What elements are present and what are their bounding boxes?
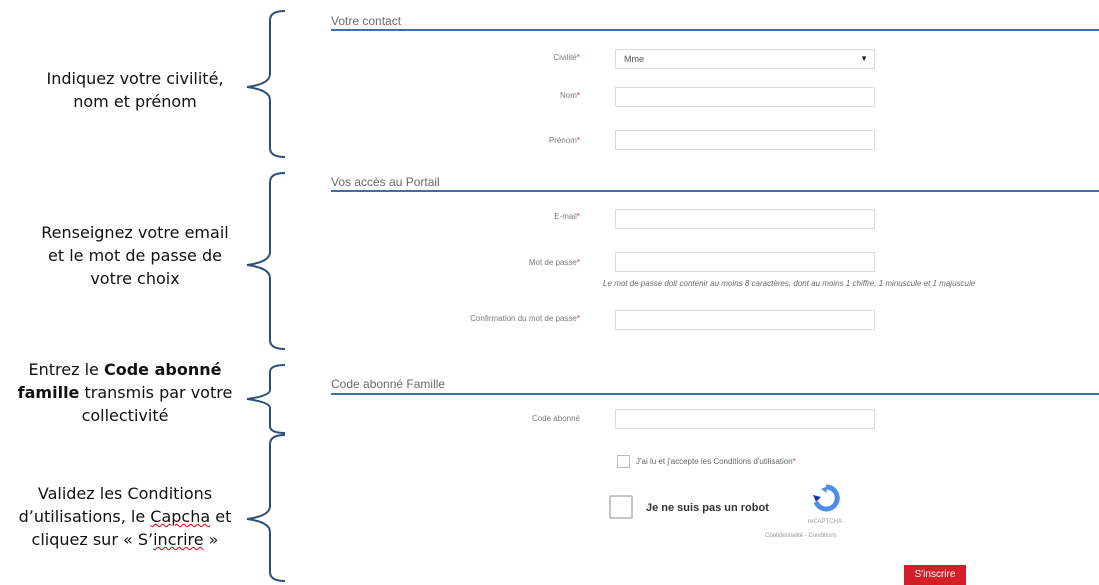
- email-input[interactable]: [615, 209, 875, 229]
- password-input[interactable]: [615, 252, 875, 272]
- brace-acces: [246, 172, 286, 350]
- annotation-text: d’utilisations, le: [18, 507, 151, 526]
- annotation-bold: famille: [17, 383, 80, 402]
- confirm-password-label: Confirmation du mot de passe*: [470, 314, 580, 323]
- annotation-text: collectivité: [81, 406, 169, 425]
- annotation-misspelled-word: Capcha: [150, 507, 211, 526]
- section-divider: [331, 190, 1099, 192]
- cgu-checkbox[interactable]: [617, 455, 630, 468]
- annotation-email: Renseignez votre email et le mot de pass…: [10, 221, 260, 290]
- prenom-label: Prénom*: [548, 136, 580, 145]
- nom-input[interactable]: [615, 87, 875, 107]
- code-abonne-label: Code abonné: [531, 414, 580, 423]
- annotation-validation: Validez les Conditions d’utilisations, l…: [0, 482, 250, 551]
- annotation-text: Renseignez votre email: [41, 223, 229, 242]
- annotation-text: »: [203, 530, 219, 549]
- section-divider: [331, 29, 1099, 31]
- email-label: E-mail*: [554, 212, 580, 221]
- cgu-label: J'ai lu et j'accepte les Conditions d'ut…: [636, 457, 796, 466]
- code-abonne-input[interactable]: [615, 409, 875, 429]
- annotation-text: Validez les Conditions: [37, 484, 213, 503]
- annotation-text: nom et prénom: [73, 92, 197, 111]
- recaptcha-logo-icon: [813, 484, 840, 512]
- annotation-text: Entrez le: [28, 360, 104, 379]
- annotation-text: Indiquez votre civilité,: [46, 69, 224, 88]
- confirm-password-input[interactable]: [615, 310, 875, 330]
- civilite-label: Civilité*: [553, 53, 580, 62]
- section-title-code: Code abonné Famille: [331, 377, 446, 391]
- chevron-down-icon: ▼: [860, 54, 868, 63]
- brace-contact: [246, 10, 286, 158]
- sinscrire-button[interactable]: S'inscrire: [904, 565, 966, 585]
- annotation-text: cliquez sur « S’: [31, 530, 154, 549]
- annotation-text: transmis par votre: [79, 383, 233, 402]
- password-label: Mot de passe*: [528, 258, 580, 267]
- brace-validation: [246, 434, 286, 582]
- civilite-select[interactable]: Mme ▼: [615, 49, 875, 69]
- section-title-acces: Vos accès au Portail: [331, 175, 440, 189]
- password-hint: Le mot de passe doit contenir au moins 8…: [603, 279, 976, 288]
- annotation-text: et: [210, 507, 232, 526]
- recaptcha-checkbox[interactable]: [609, 495, 633, 519]
- section-title-contact: Votre contact: [331, 14, 402, 28]
- annotation-text: et le mot de passe de: [48, 246, 222, 265]
- recaptcha-links[interactable]: Confidentialité - Conditions: [765, 533, 837, 539]
- annotation-misspelled-word: incrire: [153, 530, 204, 549]
- brace-code: [246, 364, 286, 434]
- annotation-code: Entrez le Code abonné famille transmis p…: [0, 358, 250, 427]
- section-divider: [331, 393, 1099, 395]
- prenom-input[interactable]: [615, 130, 875, 150]
- annotation-civilite: Indiquez votre civilité, nom et prénom: [10, 67, 260, 113]
- recaptcha-brand: reCAPTCHA: [808, 519, 843, 525]
- recaptcha-label: Je ne suis pas un robot: [646, 502, 769, 514]
- civilite-selected-value: Mme: [624, 54, 644, 64]
- nom-label: Nom*: [559, 91, 580, 100]
- annotation-text: votre choix: [90, 269, 180, 288]
- annotation-bold: Code abonné: [103, 360, 222, 379]
